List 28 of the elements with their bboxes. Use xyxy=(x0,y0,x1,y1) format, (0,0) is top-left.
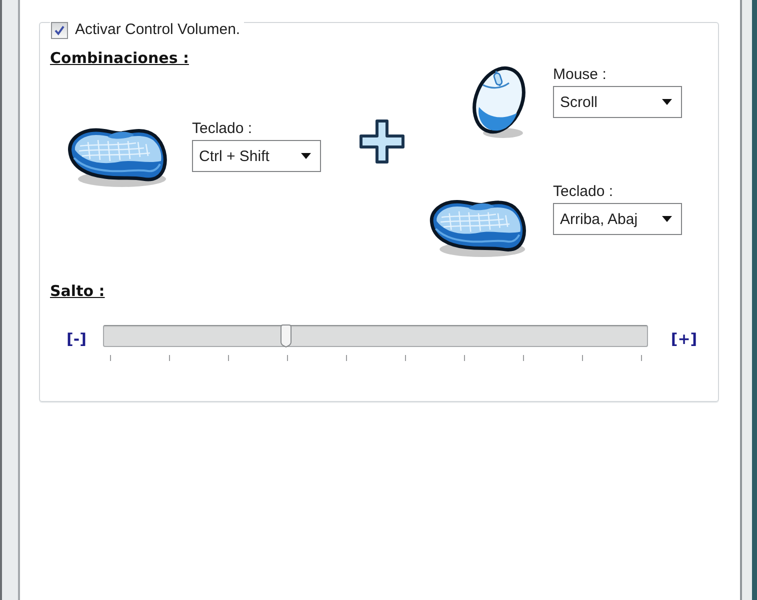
slider-tick xyxy=(582,355,583,361)
dropdown[interactable]: Arriba, Abaj xyxy=(553,203,682,235)
slider-tick xyxy=(464,355,465,361)
field-label: Teclado : xyxy=(553,183,614,201)
section-heading: Salto : xyxy=(50,283,105,300)
increase-button[interactable]: [+] xyxy=(668,327,698,351)
dropdown[interactable]: Ctrl + Shift xyxy=(192,140,321,172)
slider-thumb[interactable] xyxy=(280,324,292,348)
field-label: Mouse : xyxy=(553,66,608,84)
caret-icon xyxy=(662,99,672,105)
decrease-button[interactable]: [-] xyxy=(60,327,92,351)
checkmark-icon xyxy=(54,24,65,36)
dropdown[interactable]: Scroll xyxy=(553,86,682,118)
slider-tick xyxy=(228,355,229,361)
checkbox[interactable] xyxy=(51,22,68,38)
plus-icon xyxy=(358,118,406,165)
slider-tick xyxy=(169,355,170,361)
caret-icon xyxy=(662,216,672,222)
slider-tick xyxy=(405,355,406,361)
slider-tick xyxy=(110,355,111,361)
caret-icon xyxy=(301,153,311,159)
slider-tick xyxy=(346,355,347,361)
section-heading: Combinaciones : xyxy=(50,50,189,67)
slider-tick xyxy=(641,355,642,361)
slider-tick xyxy=(523,355,524,361)
slider-tick xyxy=(286,355,288,361)
field-label: Teclado : xyxy=(192,120,254,138)
slider-track[interactable] xyxy=(103,325,648,347)
